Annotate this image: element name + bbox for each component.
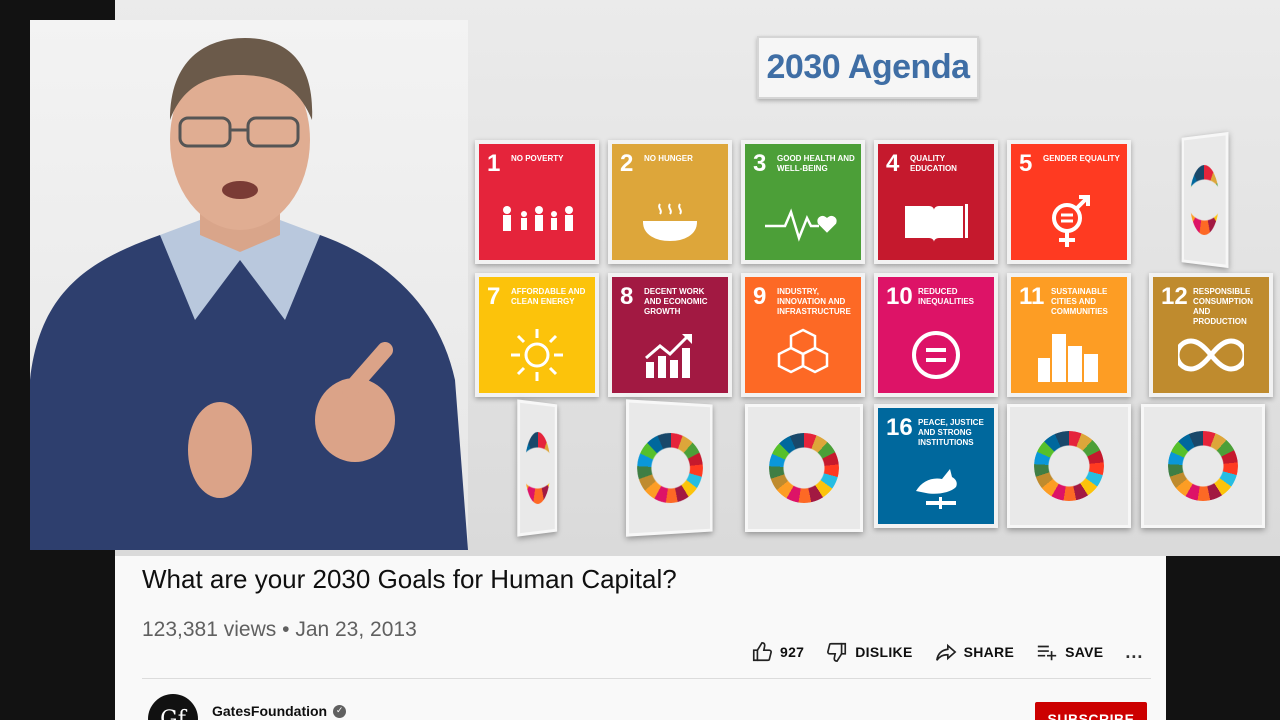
growth-chart-icon [612, 325, 728, 385]
sdg-wheel-icon [769, 433, 839, 503]
dove-icon [878, 456, 994, 516]
goal-label: Decent Work and Economic Growth [644, 287, 708, 316]
view-count: 123,381 views [142, 618, 277, 641]
divider [142, 678, 1151, 679]
sdg-wheel-icon [1189, 163, 1220, 237]
book-icon [878, 192, 994, 252]
goal-tile-16: 16 Peace, Justice and Strong Institution… [874, 404, 998, 528]
goal-tile-3: 3 Good Health and Well-Being [741, 140, 865, 264]
share-label: SHARE [963, 644, 1015, 660]
sdg-wheel-tile [1007, 404, 1131, 528]
save-button[interactable]: SAVE [1036, 641, 1103, 663]
channel-name-row[interactable]: GatesFoundation ✓ [212, 703, 347, 719]
dislike-label: DISLIKE [855, 644, 913, 660]
sdg-wheel-tile [517, 399, 558, 537]
like-count: 927 [780, 644, 805, 660]
goal-number: 2 [620, 150, 634, 177]
goal-label: Peace, Justice and Strong Institutions [918, 418, 984, 447]
goal-number: 9 [753, 283, 767, 310]
goal-tile-9: 9 Industry, Innovation and Infrastructur… [741, 273, 865, 397]
goal-number: 8 [620, 283, 634, 310]
verified-icon: ✓ [333, 704, 347, 718]
goal-tile-8: 8 Decent Work and Economic Growth [608, 273, 732, 397]
cubes-icon [745, 325, 861, 385]
goal-tile-4: 4 Quality Education [874, 140, 998, 264]
sdg-wheel-tile [626, 399, 713, 537]
sdg-wheel-tile [1181, 131, 1229, 269]
goal-number: 3 [753, 150, 767, 177]
goal-number: 7 [487, 283, 501, 310]
goal-tile-10: 10 Reduced Inequalities [874, 273, 998, 397]
goal-label: Affordable and Clean Energy [511, 287, 586, 306]
video-title: What are your 2030 Goals for Human Capit… [142, 564, 677, 594]
sdg-wheel-tile [745, 404, 863, 532]
presenter-image [30, 20, 468, 550]
share-icon [935, 643, 957, 661]
sdg-wheel-icon [637, 431, 703, 505]
goal-tile-2: 2 No Hunger [608, 140, 732, 264]
goal-tile-11: 11 Sustainable Cities and Communities [1007, 273, 1131, 397]
goal-tile-7: 7 Affordable and Clean Energy [475, 273, 599, 397]
subscribe-button[interactable]: SUBSCRIBE [1035, 702, 1147, 720]
thumbs-up-icon [752, 642, 772, 662]
goal-number: 12 [1161, 283, 1188, 310]
sdg-wheel-icon [1034, 431, 1104, 501]
playlist-add-icon [1037, 645, 1057, 661]
sdg-wheel-tile [1141, 404, 1265, 528]
agenda-title: 2030 Agenda [757, 36, 979, 99]
goal-tile-12: 12 Responsible Consumption and Productio… [1149, 273, 1273, 397]
goal-label: Quality Education [910, 154, 957, 173]
goal-number: 1 [487, 150, 501, 177]
infinity-icon [1153, 325, 1269, 385]
goal-label: Responsible Consumption and Production [1193, 287, 1253, 326]
share-button[interactable]: SHARE [935, 641, 1015, 663]
save-label: SAVE [1065, 644, 1104, 660]
buildings-icon [1011, 325, 1127, 385]
goal-label: Sustainable Cities and Communities [1051, 287, 1108, 316]
goal-number: 16 [886, 414, 913, 441]
video-info-panel: What are your 2030 Goals for Human Capit… [115, 556, 1166, 720]
action-bar: 927 DISLIKE SHARE SAVE ... [751, 639, 1143, 665]
video-meta: 123,381 views • Jan 23, 2013 [142, 618, 417, 642]
goal-label: Good Health and Well-Being [777, 154, 855, 173]
dislike-button[interactable]: DISLIKE [826, 641, 912, 663]
people-icon [479, 192, 595, 252]
goal-tile-1: 1 No Poverty [475, 140, 599, 264]
goal-label: No Poverty [511, 154, 564, 163]
goal-number: 5 [1019, 150, 1033, 177]
more-options-button[interactable]: ... [1125, 642, 1143, 663]
thumbs-down-icon [827, 642, 847, 662]
meta-separator: • [282, 618, 290, 641]
goal-label: Reduced Inequalities [918, 287, 975, 306]
channel-avatar[interactable]: Gf [148, 694, 198, 720]
heartbeat-icon [745, 192, 861, 252]
bowl-icon [612, 192, 728, 252]
sun-icon [479, 325, 595, 385]
channel-name[interactable]: GatesFoundation [212, 703, 327, 719]
equals-icon [878, 325, 994, 385]
sdg-wheel-icon [1168, 431, 1238, 501]
goal-label: No Hunger [644, 154, 693, 163]
gender-icon [1011, 192, 1127, 252]
upload-date: Jan 23, 2013 [295, 618, 417, 641]
goal-number: 4 [886, 150, 900, 177]
goal-number: 11 [1019, 283, 1045, 310]
goal-tile-5: 5 Gender Equality [1007, 140, 1131, 264]
right-black-bar [1166, 556, 1280, 720]
goal-label: Gender Equality [1043, 154, 1120, 163]
goal-number: 10 [886, 283, 913, 310]
like-button[interactable]: 927 [751, 641, 804, 663]
goal-label: Industry, Innovation and Infrastructure [777, 287, 851, 316]
sdg-wheel-icon [524, 431, 551, 505]
